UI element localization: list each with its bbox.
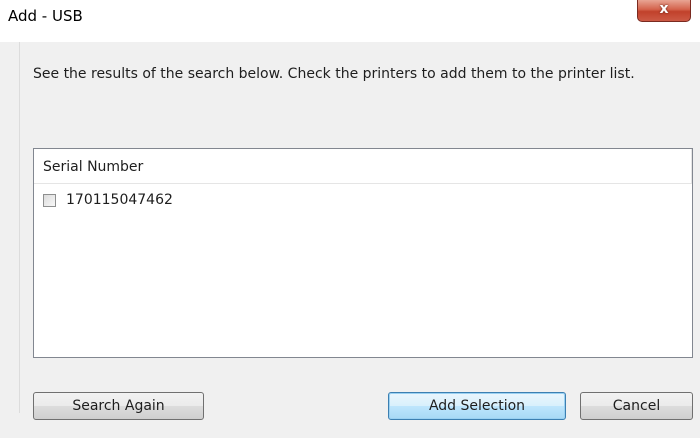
column-separator[interactable] <box>691 149 692 183</box>
printer-list[interactable]: Serial Number 170115047462 <box>33 148 693 358</box>
instruction-text: See the results of the search below. Che… <box>33 66 635 82</box>
title-bar[interactable]: Add - USB x <box>0 0 700 42</box>
window-title: Add - USB <box>8 7 83 25</box>
printer-checkbox[interactable] <box>43 193 56 207</box>
add-usb-dialog: Add - USB x See the results of the searc… <box>0 0 700 438</box>
cancel-button[interactable]: Cancel <box>580 392 693 420</box>
serial-number-value: 170115047462 <box>66 192 173 208</box>
column-header-serial-number[interactable]: Serial Number <box>43 159 143 175</box>
search-again-button[interactable]: Search Again <box>33 392 204 420</box>
close-button[interactable]: x <box>637 0 691 22</box>
add-selection-button[interactable]: Add Selection <box>388 392 566 420</box>
close-icon: x <box>659 1 669 17</box>
list-header: Serial Number <box>34 149 692 184</box>
list-item[interactable]: 170115047462 <box>40 189 173 211</box>
